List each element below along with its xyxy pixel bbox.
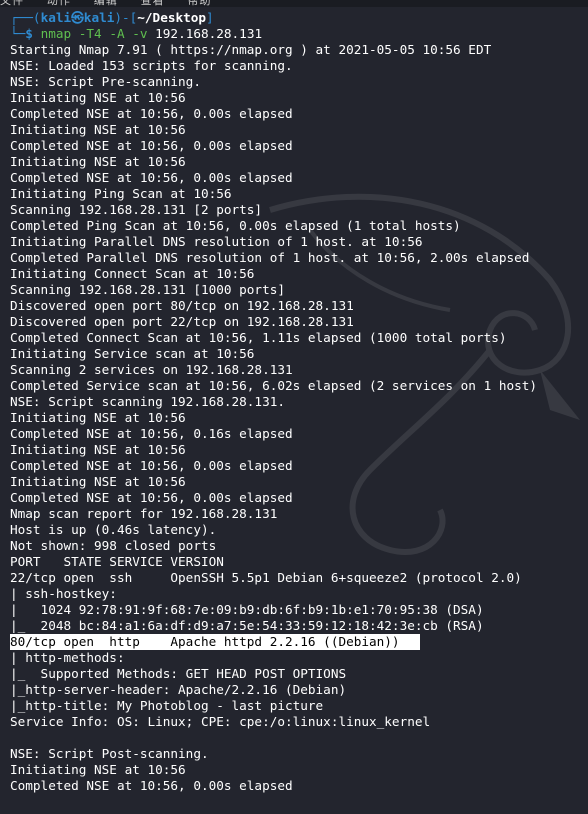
output-line: Scanning 192.168.28.131 [1000 ports] — [10, 282, 285, 297]
prompt-header: ┌──(kali㉿kali)-[~/Desktop] — [10, 10, 214, 25]
output-line: Completed NSE at 10:56, 0.16s elapsed — [10, 426, 293, 441]
command-target: 192.168.28.131 — [155, 26, 263, 41]
menu-bar-text: 文件 动作 编辑 查看 帮助 — [0, 0, 212, 7]
output-line: Completed NSE at 10:56, 0.00s elapsed — [10, 170, 293, 185]
output-line: 22/tcp open ssh OpenSSH 5.5p1 Debian 6+s… — [10, 570, 522, 585]
output-line: |_http-server-header: Apache/2.2.16 (Deb… — [10, 682, 347, 697]
output-line: Discovered open port 80/tcp on 192.168.2… — [10, 298, 354, 313]
output-line: Initiating NSE at 10:56 — [10, 122, 186, 137]
output-line: |_http-title: My Photoblog - last pictur… — [10, 698, 324, 713]
output-line: Scanning 192.168.28.131 [2 ports] — [10, 202, 263, 217]
output-line: Initiating Ping Scan at 10:56 — [10, 186, 232, 201]
output-line: Initiating Connect Scan at 10:56 — [10, 266, 255, 281]
output-line: NSE: Loaded 153 scripts for scanning. — [10, 58, 293, 73]
output-lines: Starting Nmap 7.91 ( https://nmap.org ) … — [10, 42, 588, 794]
output-line: | http-methods: — [10, 650, 133, 665]
output-line: Completed NSE at 10:56, 0.00s elapsed — [10, 138, 293, 153]
output-line: Initiating NSE at 10:56 — [10, 154, 186, 169]
prompt-path: ~/Desktop — [137, 10, 207, 25]
output-line: Completed Parallel DNS resolution of 1 h… — [10, 250, 530, 265]
output-line: Service Info: OS: Linux; CPE: cpe:/o:lin… — [10, 714, 431, 729]
output-line: Initiating Parallel DNS resolution of 1 … — [10, 234, 423, 249]
output-line: Completed Ping Scan at 10:56, 0.00s elap… — [10, 218, 461, 233]
output-line: Scanning 2 services on 192.168.28.131 — [10, 362, 293, 377]
command-name: nmap — [40, 26, 72, 41]
output-line: Completed Connect Scan at 10:56, 1.11s e… — [10, 330, 507, 345]
prompt-user-host: kali㉿kali — [40, 10, 115, 25]
output-line: NSE: Script Pre-scanning. — [10, 74, 201, 89]
output-line: Initiating NSE at 10:56 — [10, 474, 186, 489]
output-line: Completed Service scan at 10:56, 6.02s e… — [10, 378, 538, 393]
output-line: 80/tcp open http Apache httpd 2.2.16 ((D… — [10, 634, 588, 650]
output-line: Not shown: 998 closed ports — [10, 538, 217, 553]
output-line: | ssh-hostkey: — [10, 586, 125, 601]
output-line: Completed NSE at 10:56, 0.00s elapsed — [10, 490, 293, 505]
menu-bar: 文件 动作 编辑 查看 帮助 — [0, 0, 588, 7]
output-line: Starting Nmap 7.91 ( https://nmap.org ) … — [10, 42, 492, 57]
output-line: Initiating NSE at 10:56 — [10, 90, 186, 105]
output-line: |_ Supported Methods: GET HEAD POST OPTI… — [10, 666, 347, 681]
prompt-command-line: └─$ nmap -T4 -A -v 192.168.28.131 — [10, 26, 263, 41]
terminal-output: ┌──(kali㉿kali)-[~/Desktop] └─$ nmap -T4 … — [10, 10, 588, 794]
output-line: Initiating NSE at 10:56 — [10, 410, 186, 425]
output-line: |_ 2048 bc:84:a1:6a:df:d9:a7:5e:54:33:59… — [10, 618, 484, 633]
command-options: -T4 -A -v — [78, 26, 148, 41]
output-line: Initiating Service scan at 10:56 — [10, 346, 255, 361]
output-line: NSE: Script Post-scanning. — [10, 746, 209, 761]
output-line: | 1024 92:78:91:9f:68:7e:09:b9:db:6f:b9:… — [10, 602, 484, 617]
output-line: PORT STATE SERVICE VERSION — [10, 554, 224, 569]
output-line: Initiating NSE at 10:56 — [10, 762, 186, 777]
output-line: NSE: Script scanning 192.168.28.131. — [10, 394, 285, 409]
output-line: Completed NSE at 10:56, 0.00s elapsed — [10, 106, 293, 121]
selected-text[interactable]: 80/tcp open http Apache httpd 2.2.16 ((D… — [10, 634, 420, 650]
terminal-window[interactable]: 文件 动作 编辑 查看 帮助 ┌──(kali㉿kali)-[~/Desktop… — [0, 0, 588, 814]
output-line: Discovered open port 22/tcp on 192.168.2… — [10, 314, 354, 329]
output-line: Initiating NSE at 10:56 — [10, 442, 186, 457]
output-line: Completed NSE at 10:56, 0.00s elapsed — [10, 458, 293, 473]
output-line: Completed NSE at 10:56, 0.00s elapsed — [10, 778, 293, 793]
output-line: Nmap scan report for 192.168.28.131 — [10, 506, 278, 521]
output-line: Host is up (0.46s latency). — [10, 522, 217, 537]
